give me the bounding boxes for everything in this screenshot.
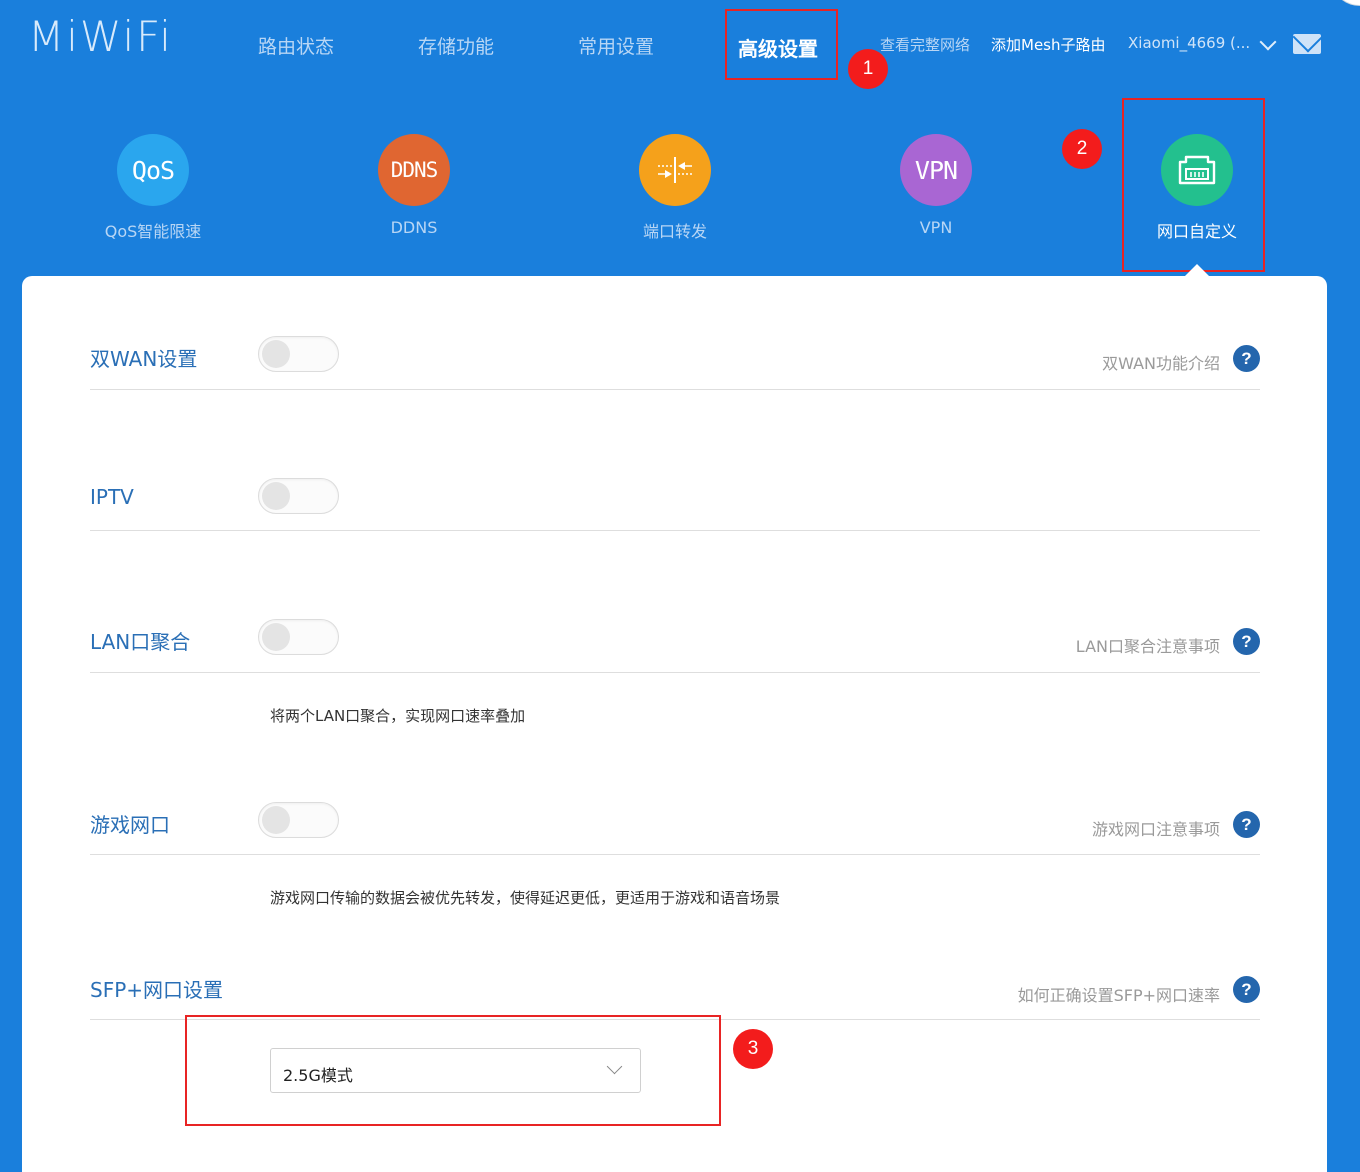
- nav-router-status[interactable]: 路由状态: [258, 32, 334, 59]
- device-name[interactable]: Xiaomi_4669 (...: [1128, 34, 1250, 52]
- game-port-help-link[interactable]: 游戏网口注意事项: [1092, 816, 1220, 840]
- func-vpn[interactable]: VPN VPN: [856, 134, 1016, 237]
- func-qos[interactable]: QoS QoS智能限速: [73, 134, 233, 242]
- ddns-icon: DDNS: [378, 134, 450, 206]
- chevron-down-icon[interactable]: [1259, 33, 1277, 51]
- sfp-title: SFP+网口设置: [90, 978, 224, 1002]
- divider: [90, 672, 1260, 673]
- mail-icon[interactable]: [1293, 34, 1321, 54]
- sfp-help-link[interactable]: 如何正确设置SFP+网口速率: [1018, 982, 1220, 1006]
- func-label: DDNS: [390, 218, 438, 237]
- divider: [90, 389, 1260, 390]
- highlight-box-port-custom: [1122, 98, 1265, 272]
- game-port-toggle[interactable]: [258, 802, 339, 838]
- help-icon[interactable]: ?: [1233, 811, 1260, 838]
- top-nav-bar: MiWiFi 路由状态 存储功能 常用设置 高级设置 1 查看完整网络 添加Me…: [0, 0, 1360, 90]
- divider: [90, 530, 1260, 531]
- func-port-forward[interactable]: 端口转发: [595, 134, 755, 242]
- lan-agg-toggle[interactable]: [258, 619, 339, 655]
- corner-decoration: [1330, 0, 1360, 6]
- func-ddns[interactable]: DDNS DDNS: [334, 134, 494, 237]
- active-pointer: [1185, 264, 1209, 276]
- lan-agg-title: LAN口聚合: [90, 630, 191, 654]
- help-icon[interactable]: ?: [1233, 628, 1260, 655]
- miwifi-logo: MiWiFi: [28, 12, 173, 61]
- game-port-description: 游戏网口传输的数据会被优先转发，使得延迟更低，更适用于游戏和语音场景: [270, 889, 781, 907]
- vpn-icon: VPN: [900, 134, 972, 206]
- func-label: VPN: [919, 218, 953, 237]
- dual-wan-title: 双WAN设置: [90, 347, 198, 371]
- func-label: 端口转发: [642, 222, 707, 241]
- dual-wan-help-link[interactable]: 双WAN功能介绍: [1102, 350, 1220, 374]
- highlight-box-sfp: [185, 1015, 721, 1126]
- help-icon[interactable]: ?: [1233, 976, 1260, 1003]
- port-forward-icon: [639, 134, 711, 206]
- step-badge-3: 3: [733, 1029, 773, 1069]
- iptv-toggle[interactable]: [258, 478, 339, 514]
- game-port-title: 游戏网口: [90, 813, 170, 837]
- lan-agg-help-link[interactable]: LAN口聚合注意事项: [1076, 633, 1220, 657]
- divider: [90, 854, 1260, 855]
- iptv-title: IPTV: [90, 485, 134, 509]
- nav-common-settings[interactable]: 常用设置: [578, 32, 654, 59]
- step-badge-1: 1: [848, 49, 888, 89]
- step-badge-2: 2: [1062, 129, 1102, 169]
- add-mesh-link[interactable]: 添加Mesh子路由: [991, 34, 1106, 55]
- qos-icon: QoS: [117, 134, 189, 206]
- highlight-box-advanced: [725, 9, 838, 80]
- func-label: QoS智能限速: [104, 222, 202, 241]
- help-icon[interactable]: ?: [1233, 345, 1260, 372]
- view-full-network-link[interactable]: 查看完整网络: [880, 34, 970, 55]
- lan-agg-description: 将两个LAN口聚合，实现网口速率叠加: [270, 707, 526, 725]
- dual-wan-toggle[interactable]: [258, 336, 339, 372]
- nav-storage[interactable]: 存储功能: [418, 32, 494, 59]
